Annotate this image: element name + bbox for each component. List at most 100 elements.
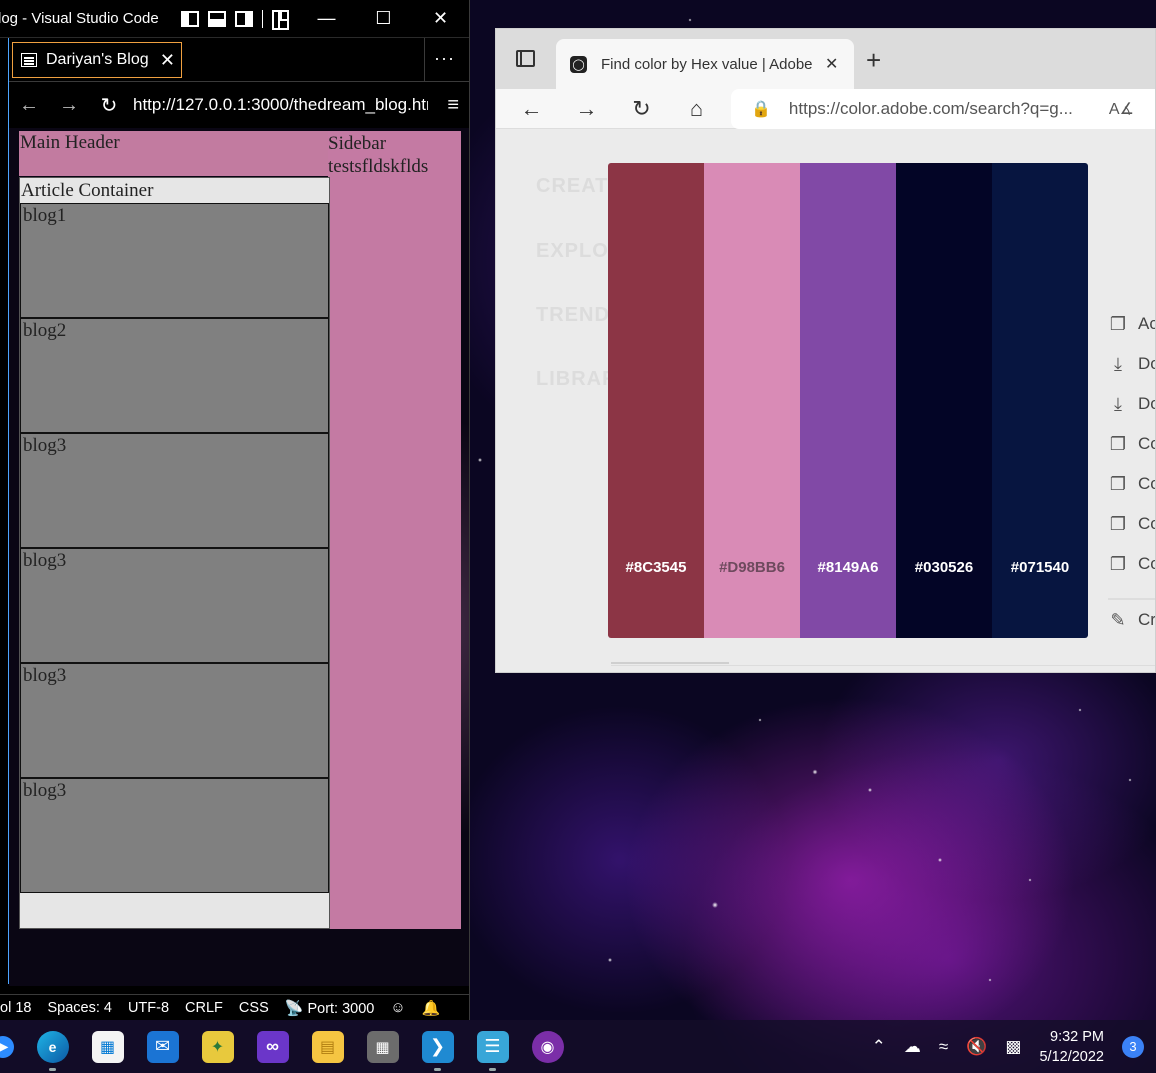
customize-layout-icon[interactable] (271, 10, 289, 30)
taskbar-file-explorer[interactable]: ▤ (300, 1020, 355, 1073)
maximize-button[interactable]: ☐ (355, 0, 412, 38)
close-icon[interactable]: ✕ (160, 50, 175, 71)
edge-icon: e (36, 1030, 69, 1063)
lock-icon[interactable]: 🔒 (751, 99, 771, 119)
blog-post: blog3 (20, 433, 329, 548)
swatch-hex-label: #030526 (914, 559, 974, 576)
divider (424, 38, 425, 82)
action-download[interactable]: ⤓ Do (1108, 384, 1155, 424)
reload-icon[interactable]: ↻ (89, 93, 129, 118)
onedrive-icon[interactable]: ☁ (904, 1037, 921, 1057)
edge-toolbar: ← → ↻ ⌂ 🔒 https://color.adobe.com/search… (496, 89, 1155, 129)
status-port[interactable]: 📡 Port: 3000 (285, 999, 375, 1017)
editor-tabs: Dariyan's Blog ✕ ··· (9, 38, 469, 82)
color-swatch[interactable]: #8C3545 (608, 163, 704, 638)
blog-post: blog1 (20, 203, 329, 318)
bell-icon[interactable]: 🔔 (422, 999, 441, 1017)
status-cursor-position[interactable]: ol 18 (0, 1000, 31, 1016)
taskbar-vscode[interactable]: ❯ (410, 1020, 465, 1073)
notification-badge[interactable]: 3 (1122, 1035, 1144, 1058)
status-eol[interactable]: CRLF (185, 1000, 223, 1016)
wifi-icon[interactable]: ≈ (939, 1037, 948, 1057)
folder-icon: ▤ (311, 1030, 344, 1063)
notepad-icon: ☰ (476, 1030, 509, 1063)
taskbar-notepad[interactable]: ☰ (465, 1020, 520, 1073)
taskbar-zoom[interactable]: ▶ (0, 1020, 25, 1073)
article-container: Article Container blog1 blog2 blog3 blog… (19, 177, 330, 929)
system-tray: ⌃ ☁ ≈ 🔇 ▩ 9:32 PM 5/12/2022 3 (872, 1027, 1156, 1067)
refresh-icon[interactable]: ↻ (614, 96, 669, 122)
swatch-hex-label: #D98BB6 (719, 559, 785, 576)
preview-icon (21, 53, 37, 67)
download-icon: ⤓ (1114, 393, 1122, 414)
back-arrow-icon[interactable]: ← (9, 94, 49, 117)
taskbar-calculator[interactable]: ▦ (355, 1020, 410, 1073)
action-create[interactable]: ✎ Cr (1108, 600, 1155, 640)
taskbar-mail[interactable]: ✉ (135, 1020, 190, 1073)
clock[interactable]: 9:32 PM 5/12/2022 (1039, 1027, 1104, 1067)
toggle-primary-sidebar-icon[interactable] (180, 10, 199, 27)
close-icon[interactable]: ✕ (825, 54, 838, 74)
action-copy[interactable]: ❐ Co (1108, 424, 1155, 464)
status-language[interactable]: CSS (239, 1000, 269, 1016)
action-download[interactable]: ⤓ Do (1108, 344, 1155, 384)
forward-arrow-icon[interactable]: → (49, 94, 89, 117)
status-indentation[interactable]: Spaces: 4 (47, 1000, 112, 1016)
forward-arrow-icon[interactable]: → (559, 96, 614, 122)
taskbar-github[interactable]: ◉ (520, 1020, 575, 1073)
swatch-hex-label: #8149A6 (817, 559, 879, 576)
running-indicator (49, 1068, 56, 1071)
action-label: Do (1138, 354, 1155, 373)
taskbar-edge[interactable]: e (25, 1020, 80, 1073)
tab-adobe-color[interactable]: ◯ Find color by Hex value | Adobe Color … (556, 39, 854, 89)
adobe-color-page: CREATE EXPLORE TRENDS LIBRARIES #8C3545 … (496, 129, 1155, 672)
new-tab-icon[interactable]: + (866, 45, 881, 76)
taskbar: ▶ e ▦ ✉ ✦ ∞ ▤ ▦ ❯ ☰ ◉ ⌃ ☁ ≈ 🔇 ▩ 9:32 PM … (0, 1020, 1156, 1073)
chevron-up-icon[interactable]: ⌃ (872, 1037, 886, 1057)
close-button[interactable]: ✕ (412, 0, 469, 38)
action-copy[interactable]: ❐ Co (1108, 544, 1155, 584)
taskbar-app[interactable]: ✦ (190, 1020, 245, 1073)
toggle-panel-icon[interactable] (207, 10, 226, 27)
window-controls: — ☐ ✕ (298, 0, 469, 38)
blog-post: blog3 (20, 663, 329, 778)
blog-post: blog3 (20, 548, 329, 663)
color-swatch[interactable]: #D98BB6 (704, 163, 800, 638)
back-arrow-icon[interactable]: ← (504, 96, 559, 122)
edge-tabbar: ◯ Find color by Hex value | Adobe Color … (496, 29, 1155, 89)
divider (261, 9, 263, 28)
feedback-icon[interactable]: ☺ (390, 999, 405, 1016)
image-editor-icon: ✦ (201, 1030, 234, 1063)
store-icon: ▦ (91, 1030, 124, 1063)
url-text[interactable]: https://color.adobe.com/search?q=g... (789, 99, 1089, 119)
url-input[interactable]: http://127.0.0.1:3000/thedream_blog.html (133, 95, 428, 115)
action-copy[interactable]: ❐ Co (1108, 464, 1155, 504)
tab-actions-icon[interactable] (516, 50, 535, 67)
toggle-secondary-sidebar-icon[interactable] (234, 10, 253, 27)
horizontal-scrollbar[interactable] (611, 662, 729, 664)
taskbar-store[interactable]: ▦ (80, 1020, 135, 1073)
minimize-button[interactable]: — (298, 0, 355, 38)
menu-icon[interactable]: ≡ (447, 94, 459, 117)
battery-icon[interactable]: ▩ (1005, 1037, 1021, 1057)
home-icon[interactable]: ⌂ (669, 96, 724, 122)
color-swatch[interactable]: #030526 (896, 163, 992, 638)
action-copy[interactable]: ❐ Co (1108, 504, 1155, 544)
address-bar[interactable]: 🔒 https://color.adobe.com/search?q=g... … (731, 89, 1155, 129)
read-aloud-icon[interactable]: A∡ (1109, 99, 1134, 119)
volume-muted-icon[interactable]: 🔇 (966, 1037, 987, 1057)
tab-dariyans-blog[interactable]: Dariyan's Blog ✕ (12, 42, 182, 78)
action-label: Co (1138, 514, 1155, 533)
broadcast-icon: 📡 (284, 999, 304, 1017)
taskbar-visual-studio[interactable]: ∞ (245, 1020, 300, 1073)
status-encoding[interactable]: UTF-8 (128, 1000, 169, 1016)
color-swatch[interactable]: #071540 (992, 163, 1088, 638)
copy-icon: ❐ (1109, 553, 1127, 574)
action-label: Co (1138, 474, 1155, 493)
color-swatch[interactable]: #8149A6 (800, 163, 896, 638)
action-add-to-library[interactable]: ❐ Ac (1108, 304, 1155, 344)
blog-post: blog3 (20, 778, 329, 893)
blog-post: blog2 (20, 318, 329, 433)
swatch-hex-label: #071540 (1010, 559, 1070, 576)
more-actions-icon[interactable]: ··· (434, 48, 455, 69)
